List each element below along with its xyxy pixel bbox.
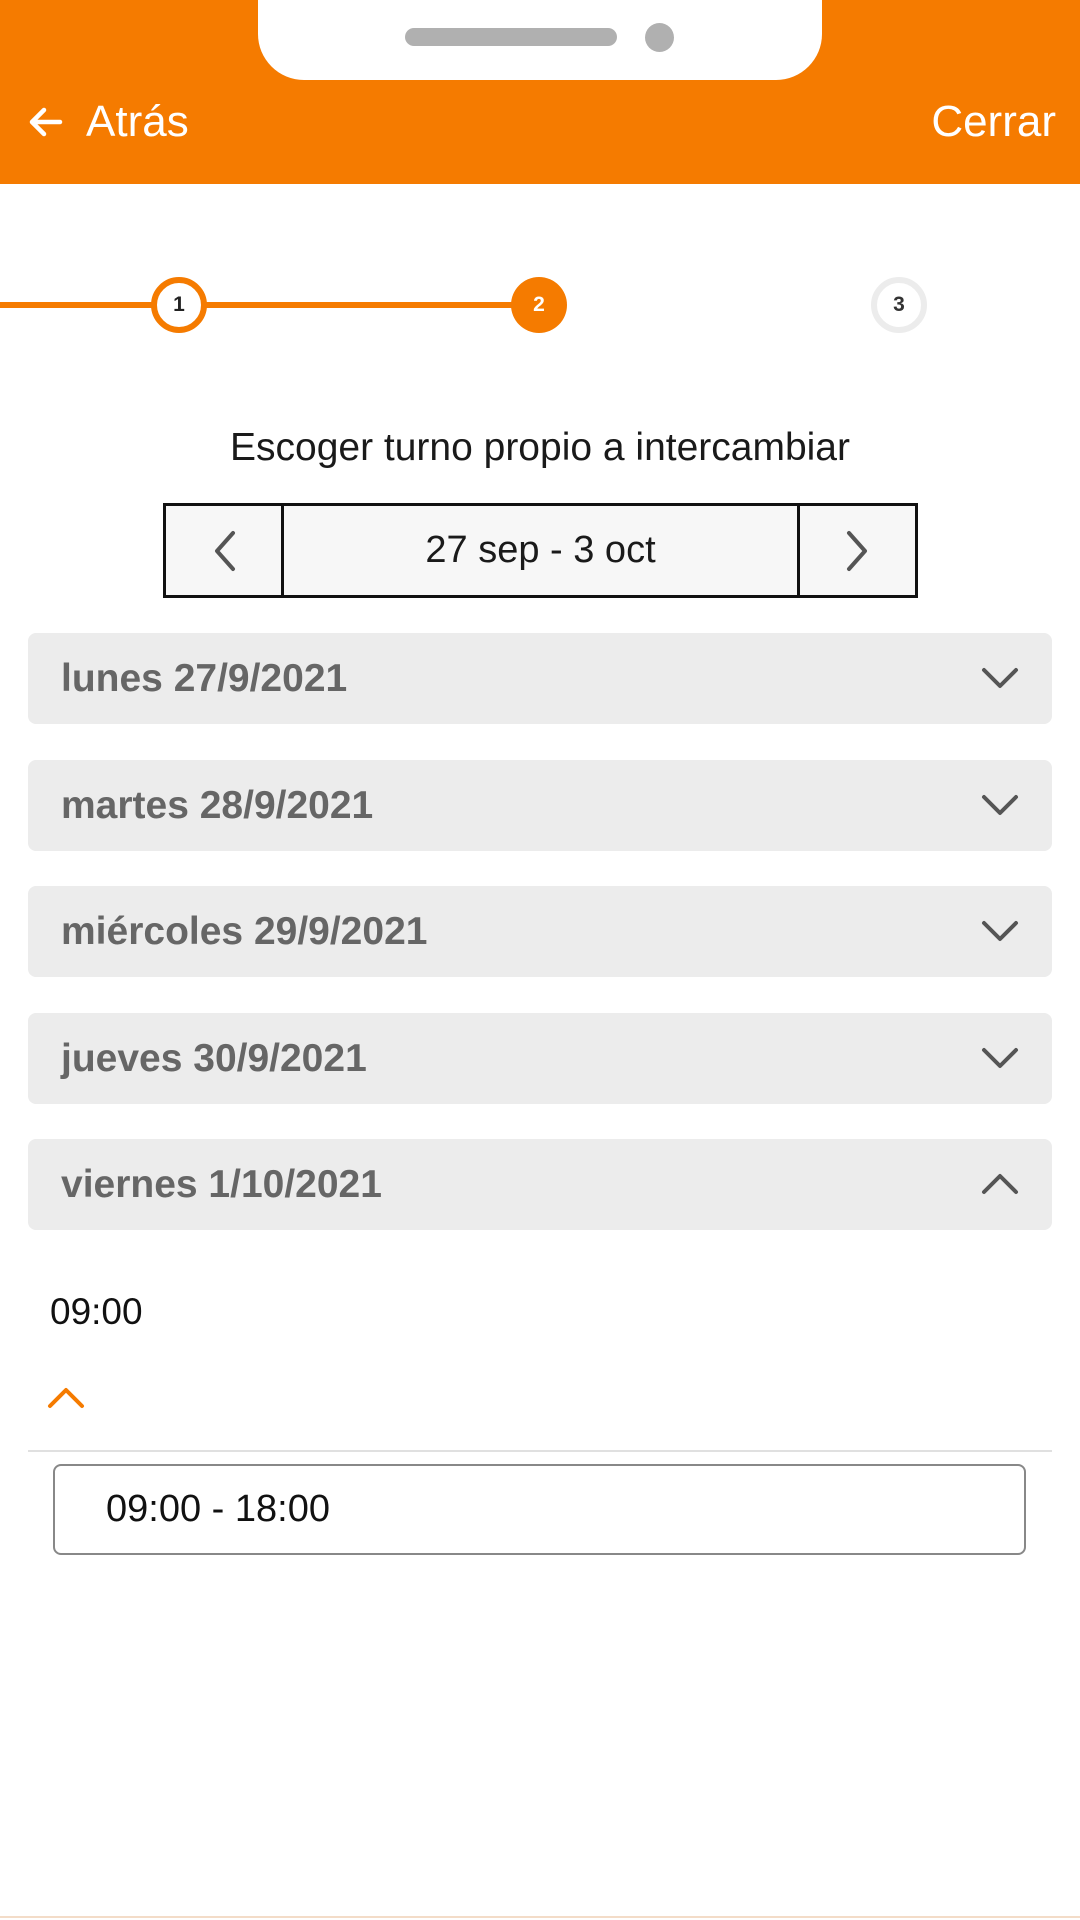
day-label: miércoles 29/9/2021 [61,910,428,953]
section-divider [28,1450,1052,1452]
week-range-label: 27 sep - 3 oct [425,529,656,571]
next-week-button[interactable] [797,506,915,595]
back-button[interactable]: Atrás [26,92,189,152]
previous-week-button[interactable] [166,506,284,595]
day-label: martes 28/9/2021 [61,784,374,827]
arrow-left-icon [29,107,63,137]
chevron-down-icon [982,795,1018,815]
notch-speaker [405,28,617,46]
chevron-left-icon [214,530,235,571]
day-row-wednesday[interactable]: miércoles 29/9/2021 [28,886,1052,977]
day-label: lunes 27/9/2021 [61,657,348,700]
notch-camera [645,23,674,52]
chevron-down-icon [982,921,1018,941]
chevron-down-icon [982,1048,1018,1068]
chevron-up-icon[interactable] [46,1384,86,1412]
step-2-indicator: 2 [511,277,567,333]
chevron-up-icon [982,1174,1018,1194]
device-notch [258,0,822,80]
close-button[interactable]: Cerrar [931,92,1056,152]
day-label: viernes 1/10/2021 [61,1163,382,1206]
page-subtitle: Escoger turno propio a intercambiar [230,426,850,469]
week-selector: 27 sep - 3 oct [163,503,918,598]
close-label: Cerrar [931,97,1056,146]
stepper-line-active [205,302,515,308]
day-row-tuesday[interactable]: martes 28/9/2021 [28,760,1052,851]
shift-option-label: 09:00 - 18:00 [106,1488,330,1530]
step-1-indicator: 1 [151,277,207,333]
shift-time-label: 09:00 [50,1291,143,1332]
progress-stepper: 1 2 3 [0,270,1080,340]
day-label: jueves 30/9/2021 [61,1037,367,1080]
chevron-down-icon [982,668,1018,688]
chevron-right-icon [846,530,867,571]
step-3-indicator: 3 [871,277,927,333]
day-row-monday[interactable]: lunes 27/9/2021 [28,633,1052,724]
shift-option[interactable]: 09:00 - 18:00 [53,1464,1026,1555]
back-label: Atrás [86,97,189,146]
stepper-line-completed [0,302,155,308]
day-row-thursday[interactable]: jueves 30/9/2021 [28,1013,1052,1104]
bottom-divider [0,1916,1080,1918]
day-row-friday[interactable]: viernes 1/10/2021 [28,1139,1052,1230]
app-header: Atrás Cerrar [0,0,1080,184]
